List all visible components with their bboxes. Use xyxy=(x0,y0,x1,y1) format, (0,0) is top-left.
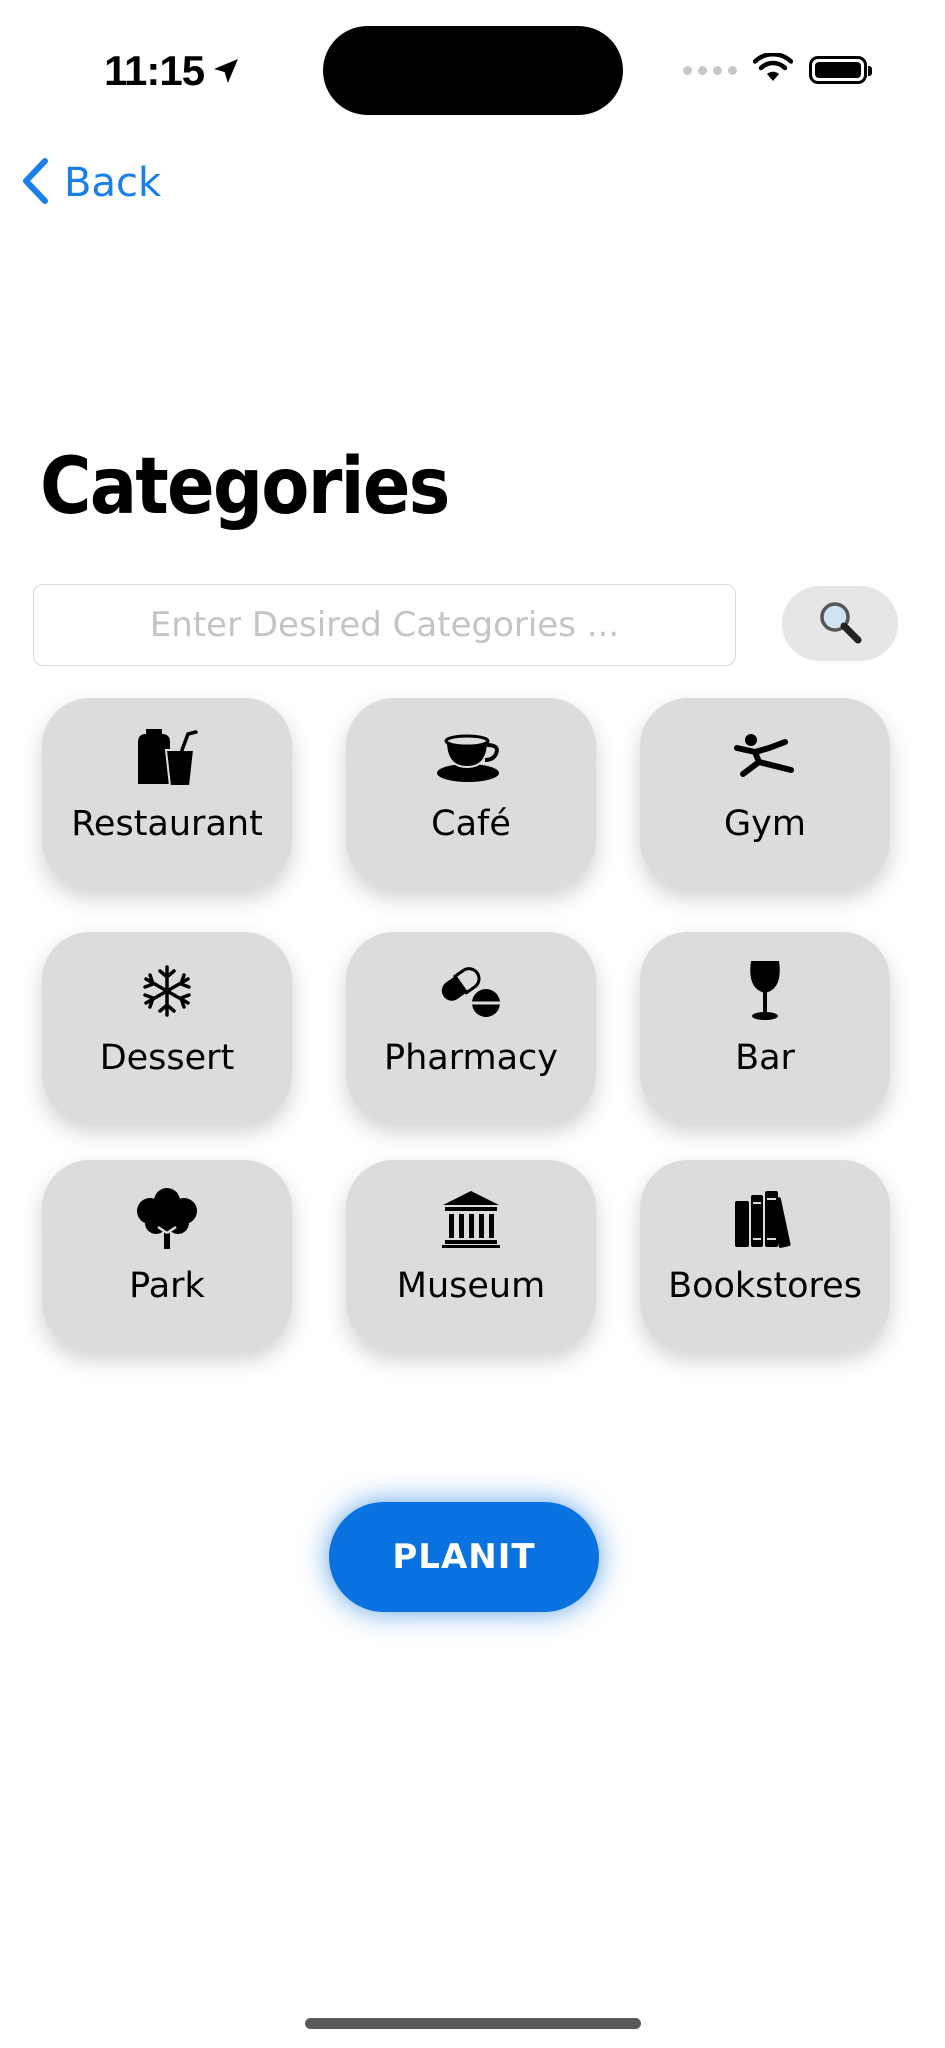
coffee-cup-icon xyxy=(436,724,506,790)
status-time-group: 11:15 xyxy=(104,46,242,96)
takeout-bag-cup-icon xyxy=(132,724,202,790)
location-arrow-icon xyxy=(210,55,242,87)
category-tile-bar[interactable]: Bar xyxy=(640,932,890,1122)
category-label: Dessert xyxy=(99,1038,235,1078)
category-label: Park xyxy=(129,1266,205,1306)
dynamic-island xyxy=(323,26,623,115)
back-label: Back xyxy=(64,160,162,206)
category-label: Pharmacy xyxy=(383,1038,558,1078)
back-button[interactable]: Back xyxy=(20,155,161,211)
category-tile-museum[interactable]: Museum xyxy=(346,1160,596,1350)
magnifying-glass-icon xyxy=(817,599,863,649)
planit-button[interactable]: PLANIT xyxy=(329,1502,599,1612)
status-icons xyxy=(683,52,872,88)
category-tile-dessert[interactable]: Dessert xyxy=(42,932,292,1122)
page-title: Categories xyxy=(40,442,450,532)
status-bar: 11:15 xyxy=(0,0,945,140)
search-button[interactable] xyxy=(782,586,898,661)
category-tile-park[interactable]: Park xyxy=(42,1160,292,1350)
category-tile-pharmacy[interactable]: Pharmacy xyxy=(346,932,596,1122)
tree-icon xyxy=(132,1186,202,1252)
category-search-input[interactable] xyxy=(33,584,736,666)
category-label: Museum xyxy=(396,1266,546,1306)
wifi-icon xyxy=(752,52,794,87)
chevron-left-icon xyxy=(20,157,50,209)
category-label: Restaurant xyxy=(71,804,263,844)
category-label: Bar xyxy=(735,1038,795,1078)
category-label: Gym xyxy=(724,804,806,844)
pills-icon xyxy=(438,958,504,1024)
home-indicator[interactable] xyxy=(305,2018,641,2029)
battery-icon xyxy=(809,56,872,84)
category-tile-cafe[interactable]: Café xyxy=(346,698,596,888)
wine-glass-icon xyxy=(745,958,785,1024)
category-label: Bookstores xyxy=(668,1266,862,1306)
building-columns-icon xyxy=(441,1186,501,1252)
figure-stretch-icon xyxy=(733,724,797,790)
category-tile-restaurant[interactable]: Restaurant xyxy=(42,698,292,888)
category-tile-bookstores[interactable]: Bookstores xyxy=(640,1160,890,1350)
cellular-signal-icon xyxy=(683,65,737,75)
category-tile-gym[interactable]: Gym xyxy=(640,698,890,888)
books-icon xyxy=(733,1186,797,1252)
status-time: 11:15 xyxy=(104,47,205,94)
category-label: Café xyxy=(431,804,511,844)
snowflake-icon xyxy=(139,958,195,1024)
